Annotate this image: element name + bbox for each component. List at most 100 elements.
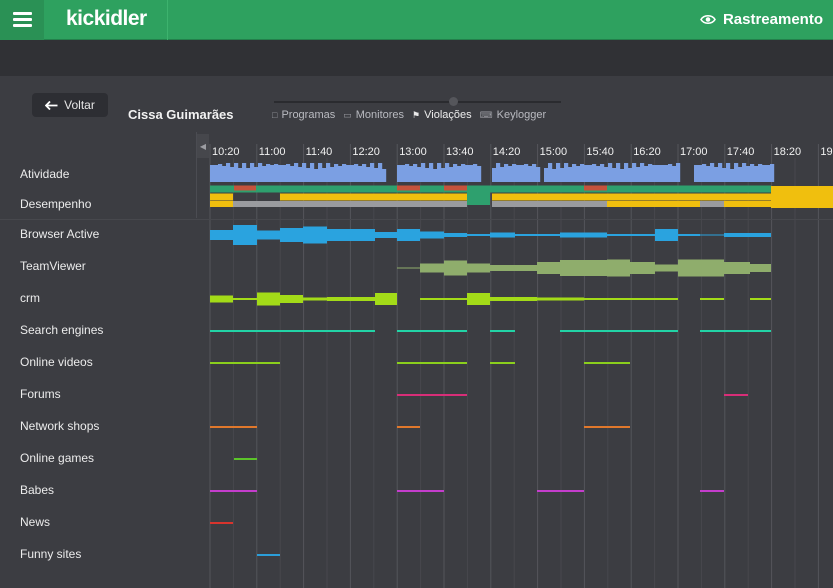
activity-bar xyxy=(477,166,482,182)
teamviewer-bar xyxy=(490,265,537,271)
activity-bar xyxy=(734,163,739,182)
time-label: 11:40 xyxy=(306,146,333,158)
activity-bar xyxy=(338,166,343,182)
browser-active-bar xyxy=(327,229,375,241)
activity-bar xyxy=(397,165,402,182)
online-games-line xyxy=(234,458,257,460)
activity-bar xyxy=(334,164,339,182)
performance-idle xyxy=(233,201,467,207)
browser-active-bar xyxy=(444,233,467,237)
activity-bar xyxy=(473,164,478,182)
teamviewer-bar xyxy=(655,264,678,272)
activity-bar xyxy=(425,168,430,182)
activity-bar xyxy=(552,169,557,182)
time-label: 13:00 xyxy=(399,146,427,158)
activity-bar xyxy=(520,165,525,182)
news-line xyxy=(210,522,233,524)
activity-bar xyxy=(492,168,497,182)
activity-bar xyxy=(672,166,677,182)
performance-neutral xyxy=(607,201,700,207)
activity-bar xyxy=(636,167,641,182)
browser-active-bar xyxy=(280,228,303,242)
row-label: Babes xyxy=(20,483,55,497)
performance-bad xyxy=(234,185,256,191)
crm-bar xyxy=(490,297,537,301)
time-label: 17:00 xyxy=(680,146,708,158)
search-engines-line xyxy=(490,330,515,332)
activity-bar xyxy=(718,163,723,182)
activity-bar xyxy=(405,164,410,182)
activity-bar xyxy=(254,167,259,182)
activity-bar xyxy=(588,165,593,182)
activity-bar xyxy=(608,163,613,182)
network-shops-line xyxy=(397,426,420,428)
activity-bar xyxy=(762,165,767,182)
activity-bar xyxy=(437,163,442,182)
network-shops-line xyxy=(210,426,257,428)
activity-bar xyxy=(504,164,509,182)
performance-bad xyxy=(397,185,420,191)
crm-bar xyxy=(700,298,724,300)
activity-bar xyxy=(318,163,323,182)
teamviewer-bar xyxy=(750,264,771,272)
activity-bar xyxy=(676,163,681,182)
activity-bar xyxy=(306,168,311,182)
activity-bar xyxy=(668,164,673,182)
activity-bar xyxy=(382,169,387,182)
activity-bar xyxy=(596,166,601,182)
time-label: 15:40 xyxy=(586,146,614,158)
activity-bar xyxy=(544,168,549,182)
activity-bar xyxy=(453,164,458,182)
activity-bar xyxy=(592,164,597,182)
activity-bar xyxy=(524,164,529,182)
activity-bar xyxy=(298,167,303,182)
activity-bar xyxy=(664,165,669,182)
performance-good xyxy=(210,185,771,193)
activity-bar xyxy=(250,163,255,182)
teamviewer-bar xyxy=(607,259,630,277)
activity-bar xyxy=(234,163,239,182)
activity-bar xyxy=(770,164,775,182)
activity-bar xyxy=(246,168,251,182)
activity-bar xyxy=(258,163,263,182)
activity-bar xyxy=(698,165,703,182)
crm-bar xyxy=(233,298,257,300)
row-label: TeamViewer xyxy=(20,259,86,273)
collapse-panel-button[interactable]: ◀ xyxy=(197,134,209,158)
crm-bar xyxy=(303,297,327,301)
time-label: 15:00 xyxy=(540,146,568,158)
activity-bar xyxy=(660,165,665,182)
activity-bar xyxy=(210,165,215,182)
activity-bar xyxy=(378,163,383,182)
activity-bar xyxy=(457,166,462,182)
teamviewer-bar xyxy=(397,267,420,269)
teamviewer-bar xyxy=(420,263,444,273)
online-videos-line xyxy=(490,362,515,364)
search-engines-line xyxy=(397,330,467,332)
timeline: 10:20 11:00 11:40 12:20 13:00 13:40 14:20 15:00… xyxy=(0,0,833,588)
funny-sites-line xyxy=(257,554,280,556)
activity-bar xyxy=(230,167,235,182)
activity-bar xyxy=(616,163,621,182)
activity-bar xyxy=(461,164,466,182)
activity-bar xyxy=(746,166,751,182)
search-engines-line xyxy=(700,330,771,332)
row-label: Forums xyxy=(20,387,61,401)
activity-bar xyxy=(710,163,715,182)
teamviewer-bar xyxy=(467,263,490,273)
activity-bar xyxy=(433,169,438,182)
activity-bar xyxy=(620,169,625,182)
activity-bar xyxy=(262,166,267,182)
browser-active-bar xyxy=(467,234,490,236)
activity-bar xyxy=(310,163,315,182)
activity-bar xyxy=(270,165,275,182)
browser-active-bar xyxy=(375,232,397,238)
online-videos-line xyxy=(397,362,467,364)
row-label: Search engines xyxy=(20,323,104,337)
activity-bar xyxy=(726,163,731,182)
activity-bar xyxy=(266,164,271,182)
activity-bar xyxy=(730,169,735,182)
activity-bar xyxy=(516,165,521,182)
activity-bar xyxy=(314,169,319,182)
browser-active-bar xyxy=(515,234,560,236)
